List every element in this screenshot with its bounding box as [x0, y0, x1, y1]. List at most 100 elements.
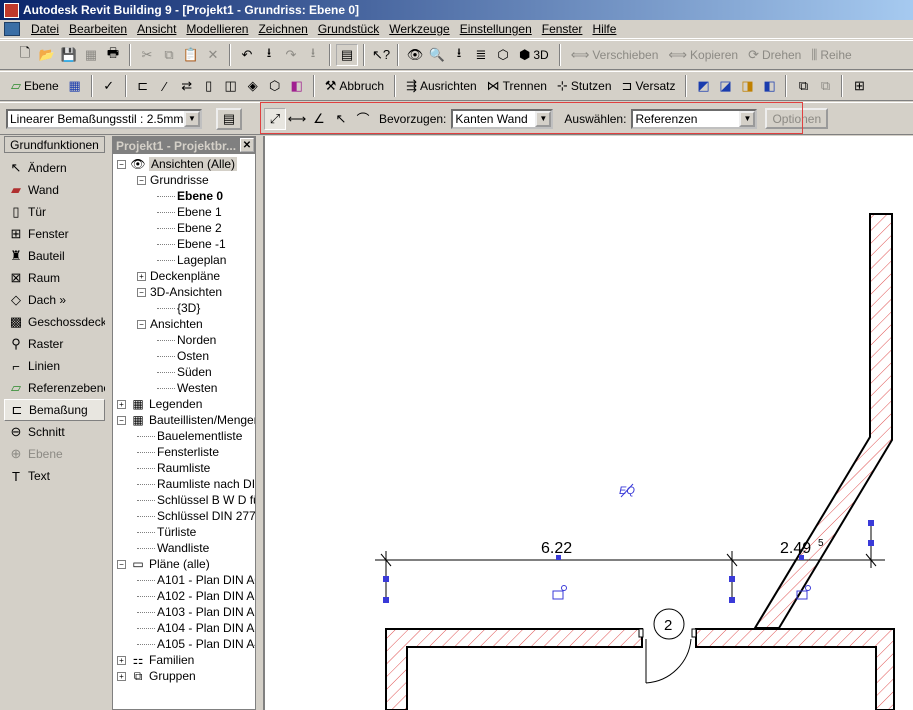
design-bar-item[interactable]: ▯ Tür [4, 201, 105, 223]
align-button[interactable]: ⇶ Ausrichten [401, 75, 482, 97]
design-bar-item[interactable]: ⊖ Schnitt [4, 421, 105, 443]
tree-item[interactable]: A103 - Plan DIN A2 [137, 604, 255, 620]
delete-icon[interactable]: ✕ [202, 44, 224, 66]
edit-group-icon[interactable]: ◪ [714, 75, 736, 97]
design-bar-item[interactable]: ⚲ Raster [4, 333, 105, 355]
visibility-icon[interactable]: 👁 [404, 44, 426, 66]
design-bar-item[interactable]: ⊕ Ebene [4, 443, 105, 465]
tree-item[interactable]: {3D} [157, 300, 200, 316]
thin-lines-icon[interactable]: ≣ [470, 44, 492, 66]
tree-item[interactable]: − Ansichten [137, 316, 203, 332]
eyedropper-icon[interactable]: ⁄ [154, 75, 176, 97]
3d-view-button[interactable]: ⬢ 3D [514, 44, 554, 66]
design-bar-item[interactable]: T Text [4, 465, 105, 487]
tree-item[interactable]: − 👁 Ansichten (Alle) [117, 156, 238, 172]
split-button[interactable]: ⋈ Trennen [482, 75, 552, 97]
design-bar-tab-grundfunktionen[interactable]: Grundfunktionen [4, 136, 105, 153]
break-button[interactable]: ⚒ Abbruch [320, 75, 389, 97]
tree-item[interactable]: Lageplan [157, 252, 226, 268]
menu-ansicht[interactable]: Ansicht [132, 22, 181, 36]
match-type-icon[interactable]: ⇄ [176, 75, 198, 97]
lock-icon[interactable] [552, 585, 567, 600]
redo-list-icon[interactable]: ⭳ [302, 44, 324, 66]
tree-item[interactable]: Norden [157, 332, 216, 348]
tree-item[interactable]: − ▭ Pläne (alle) [117, 556, 210, 572]
undo-list-icon[interactable]: ⭳ [258, 44, 280, 66]
menu-zeichnen[interactable]: Zeichnen [253, 22, 312, 36]
tree-item[interactable]: Ebene 0 [157, 188, 223, 204]
shading-icon[interactable]: ⬡ [492, 44, 514, 66]
design-bar-item[interactable]: ◇ Dach » [4, 289, 105, 311]
zoom-icon[interactable]: 🔍 [426, 44, 448, 66]
cut-geometry-icon[interactable]: ⬡ [264, 75, 286, 97]
join-geometry-icon[interactable]: ◫ [220, 75, 242, 97]
new-file-icon[interactable]: 🗋 [14, 44, 36, 66]
drawing-area[interactable]: 6.22 2.49 5 EQ 2 [263, 136, 913, 710]
dropdown-arrow-icon[interactable]: ▼ [184, 110, 200, 127]
menu-grundstueck[interactable]: Grundstück [313, 22, 384, 36]
link-icon[interactable]: ◧ [758, 75, 780, 97]
radial-dimension-icon[interactable]: ↖ [330, 108, 352, 130]
tree-item[interactable]: Schlüssel DIN 277-2 [137, 508, 255, 524]
dimension-tool-icon[interactable]: ⊏ [132, 75, 154, 97]
tree-item[interactable]: A104 - Plan DIN A3 [137, 620, 255, 636]
collapse-icon[interactable]: − [117, 559, 126, 569]
tree-item[interactable]: + Deckenpläne [137, 268, 220, 284]
zoom-dropdown-icon[interactable]: ⭳ [448, 44, 470, 66]
prefer-dropdown[interactable]: Kanten Wand ▼ [451, 108, 554, 129]
expand-icon[interactable]: + [117, 671, 126, 681]
tree-item[interactable]: Fensterliste [137, 444, 219, 460]
paste-aligned-icon[interactable]: ⧉ [814, 75, 836, 97]
tree-item[interactable]: Ebene 2 [157, 220, 222, 236]
menu-hilfe[interactable]: Hilfe [587, 22, 621, 36]
cut-icon[interactable]: ✂ [136, 44, 158, 66]
offset-button[interactable]: ⊐ Versatz [617, 75, 681, 97]
tree-item[interactable]: Ebene -1 [157, 236, 226, 252]
print-icon[interactable]: 🖶 [102, 44, 124, 66]
properties-icon[interactable]: ▤ [336, 44, 358, 66]
design-bar-item[interactable]: ⊞ Fenster [4, 223, 105, 245]
paste-icon[interactable]: 📋 [180, 44, 202, 66]
document-menu-icon[interactable] [4, 22, 20, 36]
array-button[interactable]: ⫼ Reihe [806, 44, 856, 66]
drag-grip[interactable] [383, 576, 389, 582]
collapse-icon[interactable]: − [137, 319, 146, 329]
tree-item[interactable]: Raumliste nach DIN [137, 476, 255, 492]
menu-fenster[interactable]: Fenster [537, 22, 588, 36]
collapse-icon[interactable]: − [137, 175, 146, 185]
design-bar-item[interactable]: ▱ Referenzebene [4, 377, 105, 399]
dimension-value-1[interactable]: 6.22 [541, 540, 572, 557]
dimension-value-2[interactable]: 2.49 [780, 540, 811, 557]
tree-item[interactable]: A102 - Plan DIN A1 [137, 588, 255, 604]
save-all-icon[interactable]: ▦ [80, 44, 102, 66]
drag-grip[interactable] [729, 576, 735, 582]
linework-icon[interactable]: ▯ [198, 75, 220, 97]
move-button[interactable]: ⟺ Verschieben [566, 44, 664, 66]
collapse-icon[interactable]: − [117, 415, 126, 425]
redo-icon[interactable]: ↷ [280, 44, 302, 66]
tree-item[interactable]: A101 - Plan DIN A0 [137, 572, 255, 588]
menu-einstellungen[interactable]: Einstellungen [455, 22, 537, 36]
design-bar-item[interactable]: ⊠ Raum [4, 267, 105, 289]
drag-grip[interactable] [868, 520, 874, 526]
drag-grip[interactable] [729, 597, 735, 603]
open-folder-icon[interactable]: 📂 [36, 44, 58, 66]
tree-item[interactable]: Schlüssel B W D für [137, 492, 255, 508]
paint-icon[interactable]: ◈ [242, 75, 264, 97]
tree-item[interactable]: Osten [157, 348, 209, 364]
design-bar-item[interactable]: ▰ Wand [4, 179, 105, 201]
tree-item[interactable]: + ⚏ Familien [117, 652, 194, 668]
dropdown-arrow-icon[interactable]: ▼ [739, 110, 756, 127]
wall-shape[interactable] [385, 628, 643, 710]
tree-item[interactable]: + ⧉ Gruppen [117, 668, 196, 684]
arc-length-dimension-icon[interactable]: ⌒ [352, 108, 374, 130]
design-bar-item[interactable]: ⊏ Bemaßung [4, 399, 105, 421]
aligned-dimension-icon[interactable]: ⤢ [264, 107, 286, 130]
level-button[interactable]: ▱ Ebene [6, 75, 64, 97]
copy-to-clipboard-icon[interactable]: ⧉ [792, 75, 814, 97]
design-bar-item[interactable]: ♜ Bauteil [4, 245, 105, 267]
rotate-button[interactable]: ⟳ Drehen [743, 44, 806, 66]
tree-item[interactable]: Ebene 1 [157, 204, 222, 220]
pick-dropdown[interactable]: Referenzen ▼ [631, 108, 758, 129]
tree-item[interactable]: − Grundrisse [137, 172, 209, 188]
